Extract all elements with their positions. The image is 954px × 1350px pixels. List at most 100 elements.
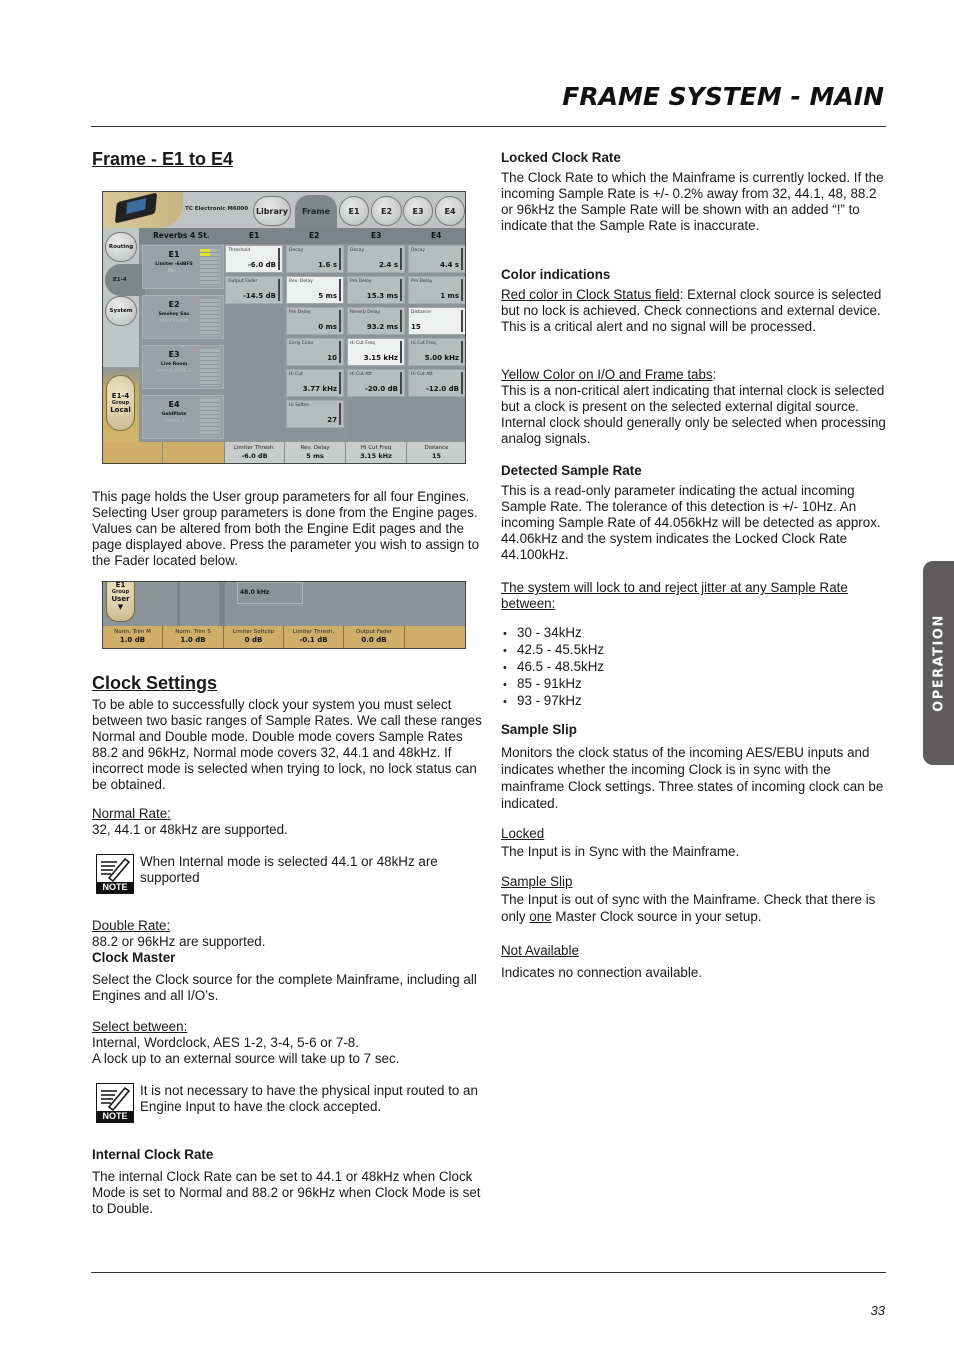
- fader-label: Limiter Thresh.: [233, 445, 276, 451]
- param-value: 1.6 s: [317, 261, 337, 269]
- fader-cell[interactable]: Norm. Trim S 1.0 dB: [163, 626, 224, 648]
- nav-routing-button[interactable]: Routing: [105, 232, 137, 262]
- fader-label: Limiter Thresh.: [292, 629, 335, 635]
- double-rate-text: 88.2 or 96kHz are supported.: [92, 934, 266, 949]
- param-reverb-delay[interactable]: Reverb Delay 93.2 ms: [347, 307, 405, 335]
- fader-cell[interactable]: Limiter Thresh. -0.1 dB: [284, 626, 344, 648]
- param-value: 2.4 s: [378, 261, 398, 269]
- param-rev-delay[interactable]: Rev. Delay 5 ms: [286, 276, 344, 304]
- tab-e2[interactable]: E2: [371, 196, 402, 226]
- device-logo: [103, 192, 183, 228]
- param-slider[interactable]: [339, 403, 341, 425]
- header-rule: [91, 126, 886, 127]
- double-rate-label: Double Rate:: [92, 918, 171, 933]
- param-slider[interactable]: [400, 341, 402, 363]
- engine-e2[interactable]: E2 Smokey Sax VSS3 Reverb: [142, 295, 224, 339]
- param-slider[interactable]: [400, 279, 402, 301]
- frame-body: This page holds the User group parameter…: [92, 489, 480, 568]
- param-slider[interactable]: [339, 310, 341, 332]
- param-label: Pre Delay: [350, 279, 372, 284]
- param-slider[interactable]: [400, 310, 402, 332]
- tab-e4[interactable]: E4: [435, 196, 465, 226]
- param-threshold[interactable]: Threshold -6.0 dB: [225, 245, 283, 273]
- group-user-button[interactable]: E1 Group User ▼: [106, 581, 135, 622]
- param-slider[interactable]: [339, 279, 341, 301]
- footer-rule: [91, 1272, 886, 1273]
- chevron-down-icon: ▼: [117, 603, 124, 611]
- fader-cell[interactable]: Norm. Trim M 1.0 dB: [103, 626, 163, 648]
- group-line1: E1: [115, 581, 126, 589]
- rate-display: 48.0 kHz: [237, 582, 303, 604]
- param-slider[interactable]: [461, 310, 463, 332]
- param-hi-cut-att[interactable]: Hi Cut Att -20.0 dB: [347, 369, 405, 397]
- param-value: -12.0 dB: [426, 385, 459, 393]
- param-decay[interactable]: Decay 2.4 s: [347, 245, 405, 273]
- fader-label: Output Fader: [355, 629, 393, 635]
- param-label: Rev. Delay: [289, 279, 313, 284]
- fader-cell[interactable]: Output Fader 0.0 dB: [344, 626, 405, 648]
- param-pre-delay[interactable]: Pre Delay 1 ms: [408, 276, 465, 304]
- param-hi-soften[interactable]: Hi Soften 27: [286, 400, 344, 428]
- param-slider[interactable]: [278, 279, 280, 301]
- locked-clock-body: The Clock Rate to which the Mainframe is…: [501, 170, 884, 233]
- sample-slip-text-b: Master Clock source in your setup.: [551, 909, 762, 924]
- param-value: -20.0 dB: [365, 385, 398, 393]
- tab-library[interactable]: Library: [253, 196, 291, 226]
- note-label: NOTE: [97, 882, 133, 893]
- param-hi-cut-freq[interactable]: Hi Cut Freq 3.15 kHz: [347, 338, 405, 366]
- param-label: Decay: [411, 248, 426, 253]
- fader-cell[interactable]: Limiter Thresh. -6.0 dB: [225, 442, 285, 463]
- param-slider[interactable]: [339, 248, 341, 270]
- param-slider[interactable]: [461, 279, 463, 301]
- nav-e14-button[interactable]: E1-4: [105, 264, 145, 296]
- param-slider[interactable]: [400, 372, 402, 394]
- tab-e1[interactable]: E1: [339, 196, 369, 226]
- param-label: Output Fader: [228, 279, 258, 284]
- fader-value: 1.0 dB: [119, 636, 146, 644]
- param-hi-cut-att[interactable]: Hi Cut Att -12.0 dB: [408, 369, 465, 397]
- param-slider[interactable]: [278, 248, 280, 270]
- tab-e3[interactable]: E3: [403, 196, 433, 226]
- color-indications-heading: Color indications: [501, 267, 611, 282]
- param-pre-delay[interactable]: Pre Delay 15.3 ms: [347, 276, 405, 304]
- fader-cell[interactable]: Hi Cut Freq 3.15 kHz: [346, 442, 407, 463]
- param-slider[interactable]: [461, 248, 463, 270]
- param-output-fader[interactable]: Output Fader -14.5 dB: [225, 276, 283, 304]
- param-slider[interactable]: [461, 341, 463, 363]
- detected-rate-heading: Detected Sample Rate: [501, 463, 642, 478]
- param-distance[interactable]: Distance 15: [408, 307, 465, 335]
- param-hi-cut[interactable]: Hi Cut 3.77 kHz: [286, 369, 344, 397]
- column-header-e3: E3: [371, 231, 382, 240]
- engine-e1[interactable]: E1 Limiter -6dBFS MD 3: [142, 245, 224, 289]
- tab-frame[interactable]: Frame: [295, 195, 337, 228]
- fader-cell[interactable]: Limiter Softclip 0 dB: [224, 626, 284, 648]
- nav-system-button[interactable]: System: [105, 296, 137, 326]
- param-label: Threshold: [228, 248, 251, 253]
- param-hi-cut-freq[interactable]: Hi Cut Freq 5.00 kHz: [408, 338, 465, 366]
- param-decay[interactable]: Decay 1.6 s: [286, 245, 344, 273]
- fader-cell[interactable]: Distance 15: [407, 442, 465, 463]
- param-slider[interactable]: [461, 372, 463, 394]
- engine-e4[interactable]: E4 GoldPlate Reverb 3: [142, 395, 224, 439]
- param-slider[interactable]: [400, 248, 402, 270]
- param-early-color[interactable]: Early Color 10: [286, 338, 344, 366]
- select-between-line2: A lock up to an external source will tak…: [92, 1051, 400, 1066]
- param-label: Hi Soften: [289, 403, 310, 408]
- yellow-color-label-line: Yellow Color on I/O and Frame tabs:: [501, 367, 891, 383]
- param-slider[interactable]: [339, 372, 341, 394]
- not-available-label: Not Available: [501, 943, 579, 958]
- column-header-e2: E2: [309, 231, 320, 240]
- group-local-button[interactable]: E1-4 Group Local: [106, 375, 135, 431]
- param-label: Hi Cut Att: [411, 372, 433, 377]
- fader-cell[interactable]: Rev. Delay 5 ms: [285, 442, 346, 463]
- param-decay[interactable]: Decay 4.4 s: [408, 245, 465, 273]
- fader-empty: [103, 442, 163, 463]
- param-slider[interactable]: [339, 341, 341, 363]
- note-icon: NOTE: [96, 854, 134, 894]
- fader-label: Norm. Trim S: [175, 629, 211, 635]
- rate-item: 42.5 - 45.5kHz: [503, 642, 891, 659]
- param-pre-delay[interactable]: Pre Delay 0 ms: [286, 307, 344, 335]
- param-value: -6.0 dB: [247, 261, 276, 269]
- e1-column: [225, 244, 284, 440]
- engine-e3[interactable]: E3 Live Room Reverb CORE 3: [142, 345, 224, 389]
